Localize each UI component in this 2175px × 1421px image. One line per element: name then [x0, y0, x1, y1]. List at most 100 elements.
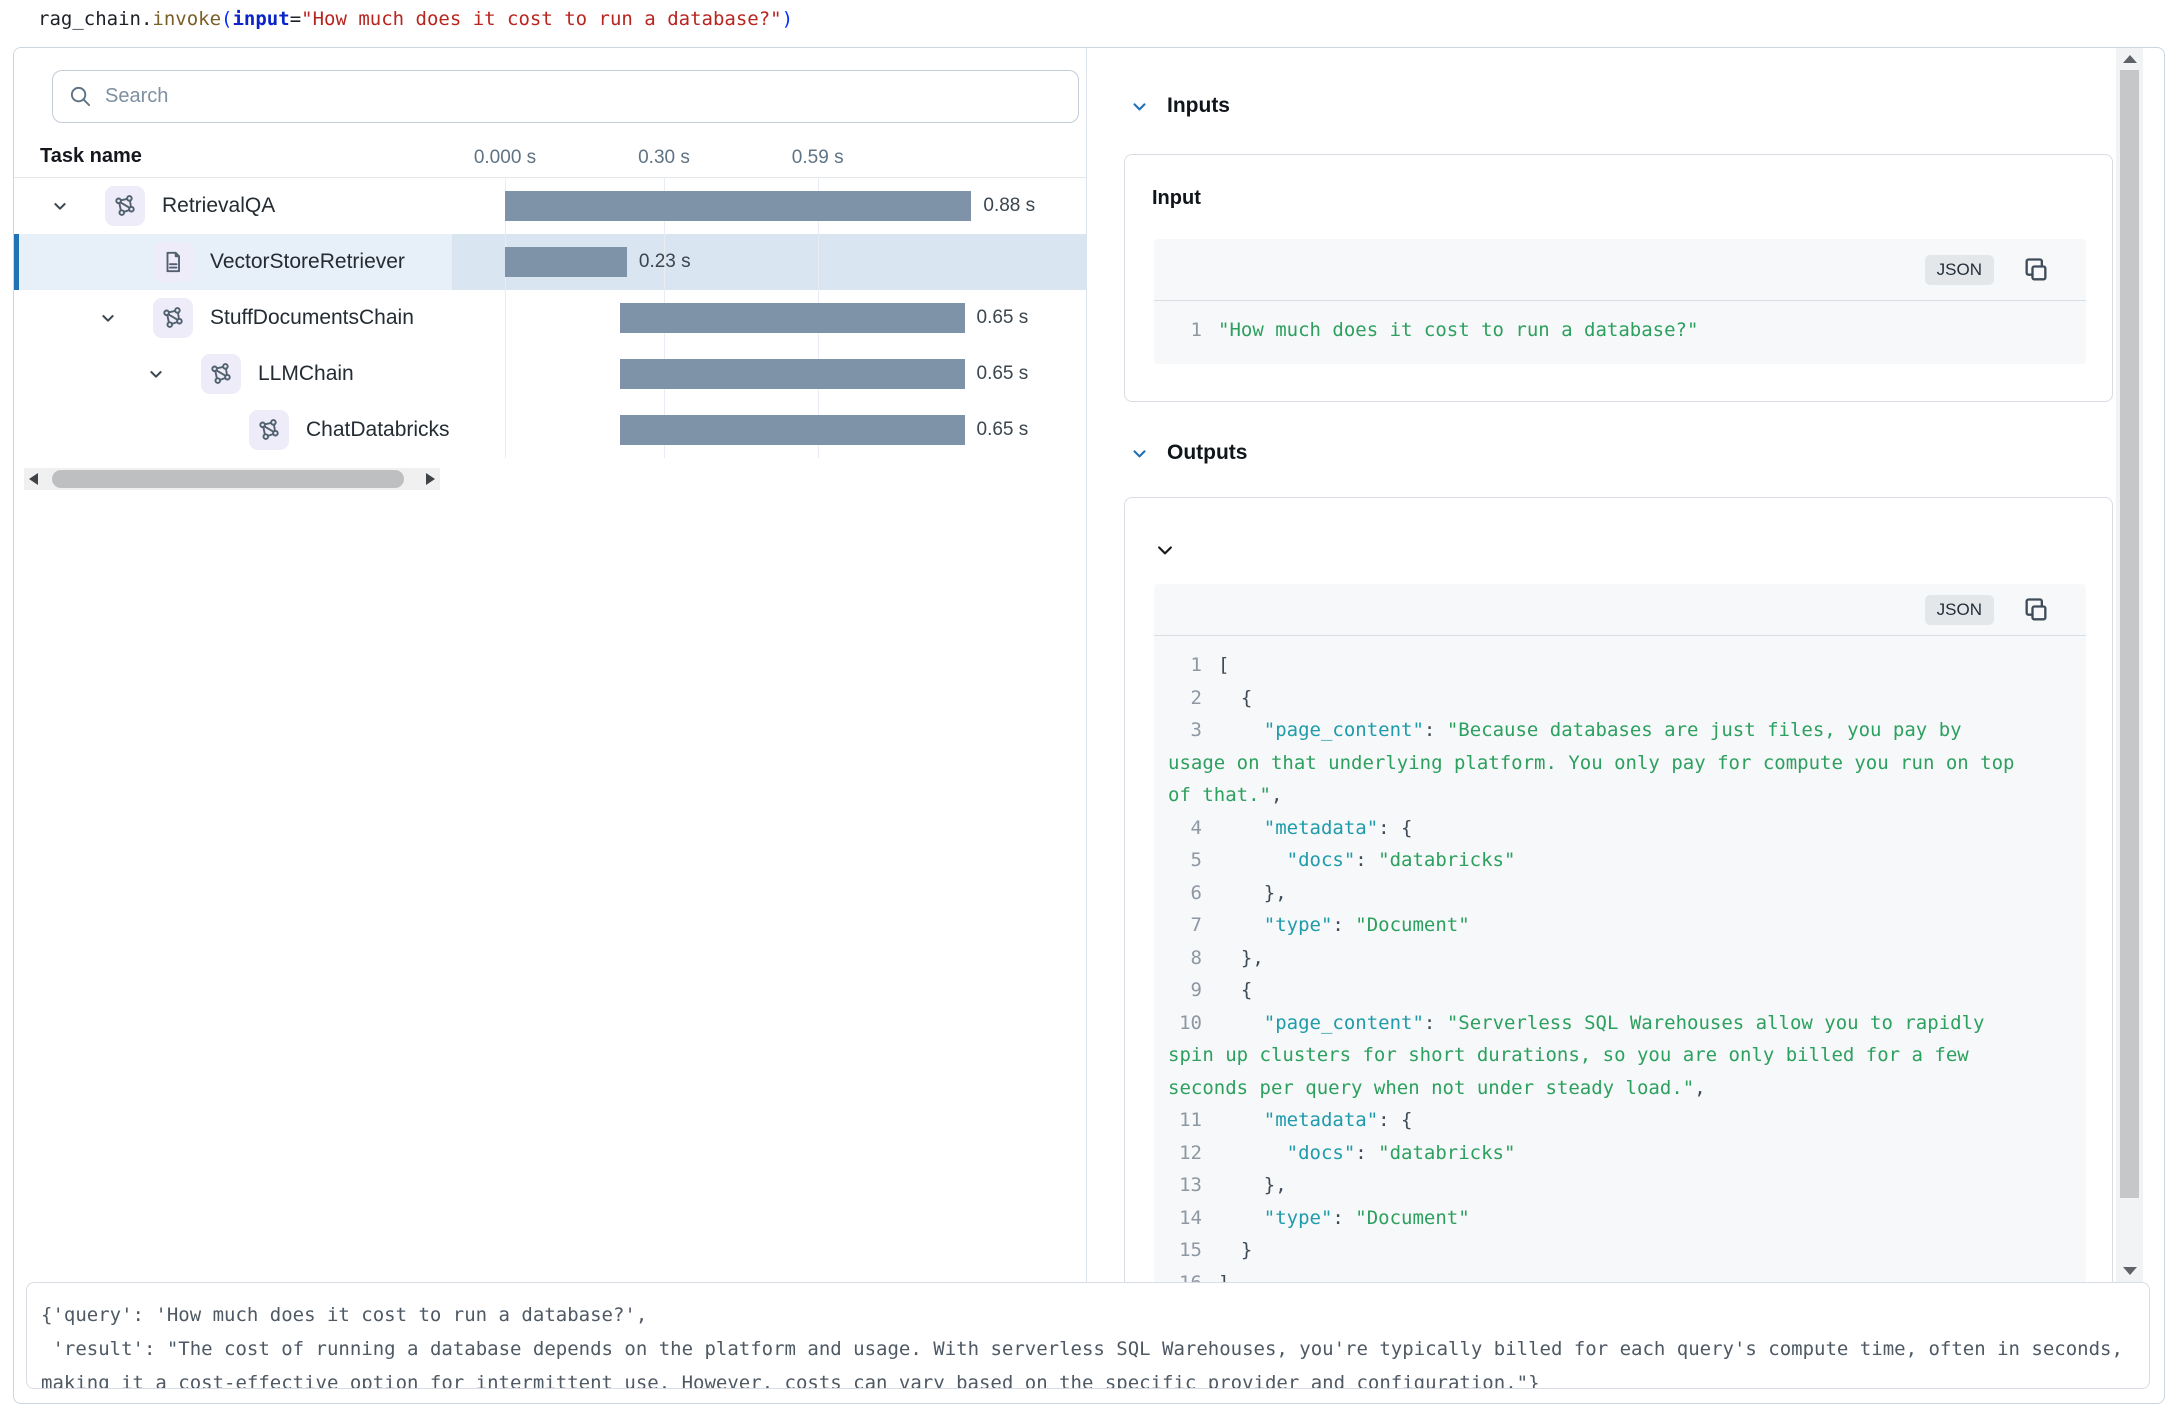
chevron-spacer	[196, 422, 212, 438]
horizontal-scrollbar-thumb[interactable]	[52, 470, 404, 488]
line-number: 9	[1168, 974, 1202, 1007]
scroll-down-arrow-icon[interactable]	[2123, 1267, 2137, 1275]
json-viewer-toolbar: JSON	[1154, 239, 2086, 301]
line-number: 13	[1168, 1169, 1202, 1202]
line-number: 10	[1168, 1007, 1202, 1040]
selected-row-accent	[14, 234, 19, 290]
tree-row-retrievalqa[interactable]: RetrievalQA 0.88 s	[14, 178, 1087, 234]
copy-button[interactable]	[2022, 256, 2050, 284]
inputs-section-title: Inputs	[1167, 94, 1230, 118]
line-number: 3	[1168, 714, 1202, 747]
json-code-line: 1"How much does it cost to run a databas…	[1168, 314, 2016, 347]
scroll-right-arrow-icon[interactable]	[426, 473, 435, 485]
task-name-label: LLMChain	[258, 362, 354, 386]
task-name-label: VectorStoreRetriever	[210, 250, 405, 274]
horizontal-scrollbar[interactable]	[24, 468, 440, 490]
json-toggle-button[interactable]: JSON	[1925, 595, 1994, 625]
duration-label: 0.88 s	[983, 178, 1035, 234]
document-icon	[161, 250, 185, 274]
expand-chevron-icon[interactable]	[100, 310, 116, 326]
line-number: 11	[1168, 1104, 1202, 1137]
line-number: 12	[1168, 1137, 1202, 1170]
notebook-code-line: rag_chain.invoke(input="How much does it…	[38, 6, 793, 32]
output-card: JSON 1[2 {3 "page_content": "Because dat…	[1124, 497, 2113, 1284]
expand-chevron[interactable]	[52, 198, 68, 214]
trace-output-container: Task name 0.000 s0.30 s0.59 s RetrievalQ…	[13, 47, 2165, 1404]
duration-bar[interactable]	[620, 359, 965, 389]
vertical-scrollbar-thumb[interactable]	[2120, 70, 2139, 1198]
json-viewer-toolbar: JSON	[1154, 584, 2086, 636]
json-code-line: 9 {	[1168, 974, 2016, 1007]
task-name-cell: ChatDatabricks	[14, 402, 452, 458]
json-code-line: 15 }	[1168, 1234, 2016, 1267]
chevron-spacer	[100, 254, 116, 270]
task-icon-chip	[153, 298, 193, 338]
task-icon-chip	[249, 410, 289, 450]
input-json-viewer: JSON 1"How much does it cost to run a da…	[1154, 239, 2086, 364]
scroll-left-arrow-icon[interactable]	[29, 473, 38, 485]
code-token: "How much does it cost to run a database…	[301, 8, 781, 30]
json-toggle-button[interactable]: JSON	[1925, 255, 1994, 285]
duration-label: 0.65 s	[977, 346, 1029, 402]
time-axis-tick: 0.000 s	[474, 147, 536, 169]
task-tree-pane: Task name 0.000 s0.30 s0.59 s RetrievalQ…	[14, 48, 1087, 1284]
tree-row-chatdatabricks[interactable]: ChatDatabricks 0.65 s	[14, 402, 1087, 458]
task-rows: RetrievalQA 0.88 sVectorStoreRetriever0.2…	[14, 178, 1087, 458]
code-token: rag_chain.	[38, 8, 152, 30]
code-token: =	[290, 8, 301, 30]
expand-chevron-icon[interactable]	[52, 198, 68, 214]
json-code-line: 7 "type": "Document"	[1168, 909, 2016, 942]
search-input[interactable]	[105, 85, 1062, 108]
expand-chevron[interactable]	[100, 310, 116, 326]
json-code-line: 3 "page_content": "Because databases are…	[1168, 714, 2016, 812]
duration-bar[interactable]	[505, 191, 971, 221]
result-output-text: {'query': 'How much does it cost to run …	[41, 1298, 2135, 1389]
code-token: )	[782, 8, 793, 30]
inputs-section-header[interactable]: Inputs	[1131, 94, 1230, 118]
json-code-line: 13 },	[1168, 1169, 2016, 1202]
duration-bar[interactable]	[620, 303, 965, 333]
detail-pane: Inputs Input JSON 1"How much does	[1088, 48, 2116, 1284]
line-number: 2	[1168, 682, 1202, 715]
json-code-line: 5 "docs": "databricks"	[1168, 844, 2016, 877]
copy-button[interactable]	[2022, 596, 2050, 624]
json-code-line: 12 "docs": "databricks"	[1168, 1137, 2016, 1170]
duration-bar[interactable]	[620, 415, 965, 445]
expand-chevron-icon[interactable]	[148, 366, 164, 382]
task-name-label: RetrievalQA	[162, 194, 275, 218]
copy-icon	[2022, 596, 2050, 624]
tree-row-stuffdocumentschain[interactable]: StuffDocumentsChain0.65 s	[14, 290, 1087, 346]
chain-icon	[113, 194, 137, 218]
task-name-label: StuffDocumentsChain	[210, 306, 414, 330]
search-box[interactable]	[52, 70, 1079, 123]
duration-label: 0.65 s	[977, 402, 1029, 458]
expand-chevron[interactable]	[148, 366, 164, 382]
json-code-line: 14 "type": "Document"	[1168, 1202, 2016, 1235]
line-number: 7	[1168, 909, 1202, 942]
line-number: 15	[1168, 1234, 1202, 1267]
tree-row-llmchain[interactable]: LLMChain 0.65 s	[14, 346, 1087, 402]
chain-icon	[161, 306, 185, 330]
line-number: 4	[1168, 812, 1202, 845]
task-name-label: ChatDatabricks	[306, 418, 450, 442]
task-icon-chip	[105, 186, 145, 226]
task-name-column-header: Task name	[40, 145, 142, 168]
json-code-line: 10 "page_content": "Serverless SQL Wareh…	[1168, 1007, 2016, 1105]
tree-row-vectorstoreretriever[interactable]: VectorStoreRetriever0.23 s	[14, 234, 1087, 290]
json-code-line: 1[	[1168, 649, 2016, 682]
task-name-cell: VectorStoreRetriever	[14, 234, 452, 290]
input-card-label: Input	[1152, 187, 1201, 210]
line-number: 1	[1168, 314, 1202, 347]
chain-icon	[209, 362, 233, 386]
line-number: 1	[1168, 649, 1202, 682]
result-output-box: {'query': 'How much does it cost to run …	[26, 1282, 2150, 1389]
output-expander-chevron-icon[interactable]	[1155, 540, 1175, 560]
scroll-up-arrow-icon[interactable]	[2123, 55, 2137, 63]
json-code-line: 6 },	[1168, 877, 2016, 910]
outputs-section-header[interactable]: Outputs	[1131, 441, 1247, 465]
outputs-section-title: Outputs	[1167, 441, 1247, 465]
vertical-scrollbar[interactable]	[2116, 48, 2143, 1284]
json-code-line: 2 {	[1168, 682, 2016, 715]
json-code-line: 8 },	[1168, 942, 2016, 975]
duration-bar[interactable]	[505, 247, 627, 277]
